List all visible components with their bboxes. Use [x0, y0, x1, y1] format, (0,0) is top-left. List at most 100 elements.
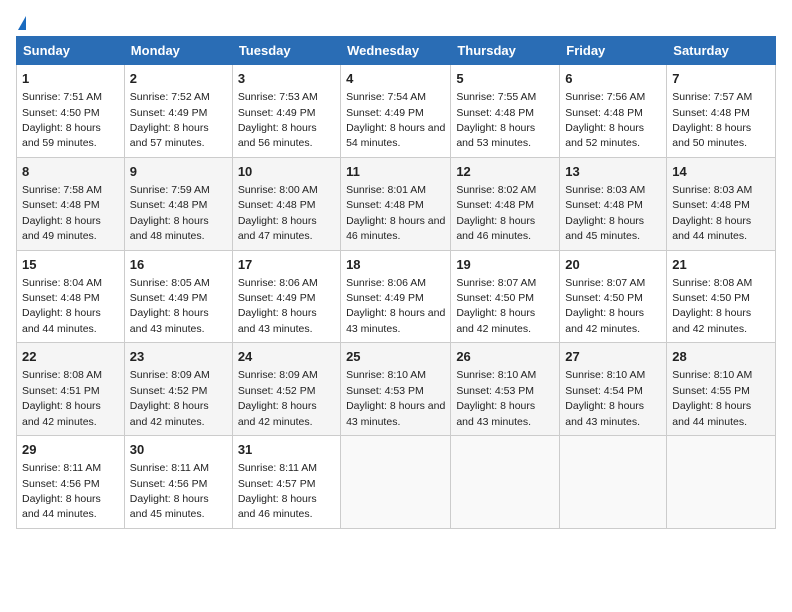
day-info: Sunrise: 8:09 AMSunset: 4:52 PMDaylight:…	[130, 369, 210, 427]
day-info: Sunrise: 7:57 AMSunset: 4:48 PMDaylight:…	[672, 91, 752, 149]
day-cell-6: 6 Sunrise: 7:56 AMSunset: 4:48 PMDayligh…	[560, 65, 667, 158]
day-number: 29	[22, 441, 119, 459]
day-number: 31	[238, 441, 335, 459]
day-number: 18	[346, 256, 445, 274]
day-cell-31: 31 Sunrise: 8:11 AMSunset: 4:57 PMDaylig…	[232, 436, 340, 529]
day-info: Sunrise: 8:05 AMSunset: 4:49 PMDaylight:…	[130, 277, 210, 335]
column-header-thursday: Thursday	[451, 37, 560, 65]
day-cell-11: 11 Sunrise: 8:01 AMSunset: 4:48 PMDaylig…	[341, 157, 451, 250]
day-number: 16	[130, 256, 227, 274]
column-header-friday: Friday	[560, 37, 667, 65]
day-number: 1	[22, 70, 119, 88]
day-number: 28	[672, 348, 770, 366]
day-number: 13	[565, 163, 661, 181]
calendar-header-row: SundayMondayTuesdayWednesdayThursdayFrid…	[17, 37, 776, 65]
column-header-saturday: Saturday	[667, 37, 776, 65]
calendar-week-row: 29 Sunrise: 8:11 AMSunset: 4:56 PMDaylig…	[17, 436, 776, 529]
day-info: Sunrise: 8:08 AMSunset: 4:51 PMDaylight:…	[22, 369, 102, 427]
day-info: Sunrise: 8:09 AMSunset: 4:52 PMDaylight:…	[238, 369, 318, 427]
logo-triangle-icon	[18, 16, 26, 30]
day-cell-10: 10 Sunrise: 8:00 AMSunset: 4:48 PMDaylig…	[232, 157, 340, 250]
empty-cell	[341, 436, 451, 529]
day-number: 20	[565, 256, 661, 274]
day-cell-8: 8 Sunrise: 7:58 AMSunset: 4:48 PMDayligh…	[17, 157, 125, 250]
day-info: Sunrise: 7:56 AMSunset: 4:48 PMDaylight:…	[565, 91, 645, 149]
day-number: 15	[22, 256, 119, 274]
day-info: Sunrise: 8:02 AMSunset: 4:48 PMDaylight:…	[456, 184, 536, 242]
calendar-week-row: 8 Sunrise: 7:58 AMSunset: 4:48 PMDayligh…	[17, 157, 776, 250]
calendar-table: SundayMondayTuesdayWednesdayThursdayFrid…	[16, 36, 776, 529]
day-info: Sunrise: 8:11 AMSunset: 4:56 PMDaylight:…	[22, 462, 101, 520]
column-header-tuesday: Tuesday	[232, 37, 340, 65]
day-info: Sunrise: 8:11 AMSunset: 4:57 PMDaylight:…	[238, 462, 317, 520]
day-info: Sunrise: 7:52 AMSunset: 4:49 PMDaylight:…	[130, 91, 210, 149]
day-info: Sunrise: 8:03 AMSunset: 4:48 PMDaylight:…	[672, 184, 752, 242]
calendar-week-row: 22 Sunrise: 8:08 AMSunset: 4:51 PMDaylig…	[17, 343, 776, 436]
day-cell-18: 18 Sunrise: 8:06 AMSunset: 4:49 PMDaylig…	[341, 250, 451, 343]
day-cell-27: 27 Sunrise: 8:10 AMSunset: 4:54 PMDaylig…	[560, 343, 667, 436]
day-number: 30	[130, 441, 227, 459]
day-cell-20: 20 Sunrise: 8:07 AMSunset: 4:50 PMDaylig…	[560, 250, 667, 343]
day-number: 4	[346, 70, 445, 88]
day-number: 17	[238, 256, 335, 274]
day-number: 9	[130, 163, 227, 181]
day-number: 27	[565, 348, 661, 366]
column-header-sunday: Sunday	[17, 37, 125, 65]
day-info: Sunrise: 7:55 AMSunset: 4:48 PMDaylight:…	[456, 91, 536, 149]
day-cell-7: 7 Sunrise: 7:57 AMSunset: 4:48 PMDayligh…	[667, 65, 776, 158]
day-number: 10	[238, 163, 335, 181]
day-number: 7	[672, 70, 770, 88]
day-number: 8	[22, 163, 119, 181]
day-info: Sunrise: 8:11 AMSunset: 4:56 PMDaylight:…	[130, 462, 209, 520]
day-cell-25: 25 Sunrise: 8:10 AMSunset: 4:53 PMDaylig…	[341, 343, 451, 436]
day-cell-21: 21 Sunrise: 8:08 AMSunset: 4:50 PMDaylig…	[667, 250, 776, 343]
day-number: 11	[346, 163, 445, 181]
day-number: 23	[130, 348, 227, 366]
column-header-wednesday: Wednesday	[341, 37, 451, 65]
day-cell-2: 2 Sunrise: 7:52 AMSunset: 4:49 PMDayligh…	[124, 65, 232, 158]
day-cell-4: 4 Sunrise: 7:54 AMSunset: 4:49 PMDayligh…	[341, 65, 451, 158]
page-header	[16, 16, 776, 30]
day-number: 5	[456, 70, 554, 88]
day-number: 2	[130, 70, 227, 88]
day-info: Sunrise: 8:10 AMSunset: 4:55 PMDaylight:…	[672, 369, 752, 427]
day-number: 21	[672, 256, 770, 274]
calendar-body: 1 Sunrise: 7:51 AMSunset: 4:50 PMDayligh…	[17, 65, 776, 529]
day-info: Sunrise: 8:10 AMSunset: 4:53 PMDaylight:…	[346, 369, 445, 427]
day-number: 12	[456, 163, 554, 181]
day-number: 26	[456, 348, 554, 366]
day-cell-3: 3 Sunrise: 7:53 AMSunset: 4:49 PMDayligh…	[232, 65, 340, 158]
day-info: Sunrise: 8:06 AMSunset: 4:49 PMDaylight:…	[238, 277, 318, 335]
day-number: 25	[346, 348, 445, 366]
day-cell-17: 17 Sunrise: 8:06 AMSunset: 4:49 PMDaylig…	[232, 250, 340, 343]
day-info: Sunrise: 7:58 AMSunset: 4:48 PMDaylight:…	[22, 184, 102, 242]
day-cell-19: 19 Sunrise: 8:07 AMSunset: 4:50 PMDaylig…	[451, 250, 560, 343]
day-info: Sunrise: 8:06 AMSunset: 4:49 PMDaylight:…	[346, 277, 445, 335]
day-info: Sunrise: 8:08 AMSunset: 4:50 PMDaylight:…	[672, 277, 752, 335]
day-number: 19	[456, 256, 554, 274]
day-info: Sunrise: 7:53 AMSunset: 4:49 PMDaylight:…	[238, 91, 318, 149]
day-info: Sunrise: 8:01 AMSunset: 4:48 PMDaylight:…	[346, 184, 445, 242]
day-cell-5: 5 Sunrise: 7:55 AMSunset: 4:48 PMDayligh…	[451, 65, 560, 158]
day-number: 14	[672, 163, 770, 181]
day-info: Sunrise: 8:07 AMSunset: 4:50 PMDaylight:…	[565, 277, 645, 335]
day-number: 24	[238, 348, 335, 366]
day-cell-28: 28 Sunrise: 8:10 AMSunset: 4:55 PMDaylig…	[667, 343, 776, 436]
calendar-week-row: 1 Sunrise: 7:51 AMSunset: 4:50 PMDayligh…	[17, 65, 776, 158]
day-cell-1: 1 Sunrise: 7:51 AMSunset: 4:50 PMDayligh…	[17, 65, 125, 158]
day-info: Sunrise: 8:10 AMSunset: 4:53 PMDaylight:…	[456, 369, 536, 427]
day-number: 6	[565, 70, 661, 88]
day-cell-24: 24 Sunrise: 8:09 AMSunset: 4:52 PMDaylig…	[232, 343, 340, 436]
day-cell-12: 12 Sunrise: 8:02 AMSunset: 4:48 PMDaylig…	[451, 157, 560, 250]
day-cell-9: 9 Sunrise: 7:59 AMSunset: 4:48 PMDayligh…	[124, 157, 232, 250]
day-info: Sunrise: 7:51 AMSunset: 4:50 PMDaylight:…	[22, 91, 102, 149]
column-header-monday: Monday	[124, 37, 232, 65]
day-info: Sunrise: 8:00 AMSunset: 4:48 PMDaylight:…	[238, 184, 318, 242]
day-cell-30: 30 Sunrise: 8:11 AMSunset: 4:56 PMDaylig…	[124, 436, 232, 529]
empty-cell	[451, 436, 560, 529]
day-cell-14: 14 Sunrise: 8:03 AMSunset: 4:48 PMDaylig…	[667, 157, 776, 250]
day-info: Sunrise: 7:59 AMSunset: 4:48 PMDaylight:…	[130, 184, 210, 242]
day-cell-22: 22 Sunrise: 8:08 AMSunset: 4:51 PMDaylig…	[17, 343, 125, 436]
logo	[16, 20, 26, 30]
empty-cell	[667, 436, 776, 529]
